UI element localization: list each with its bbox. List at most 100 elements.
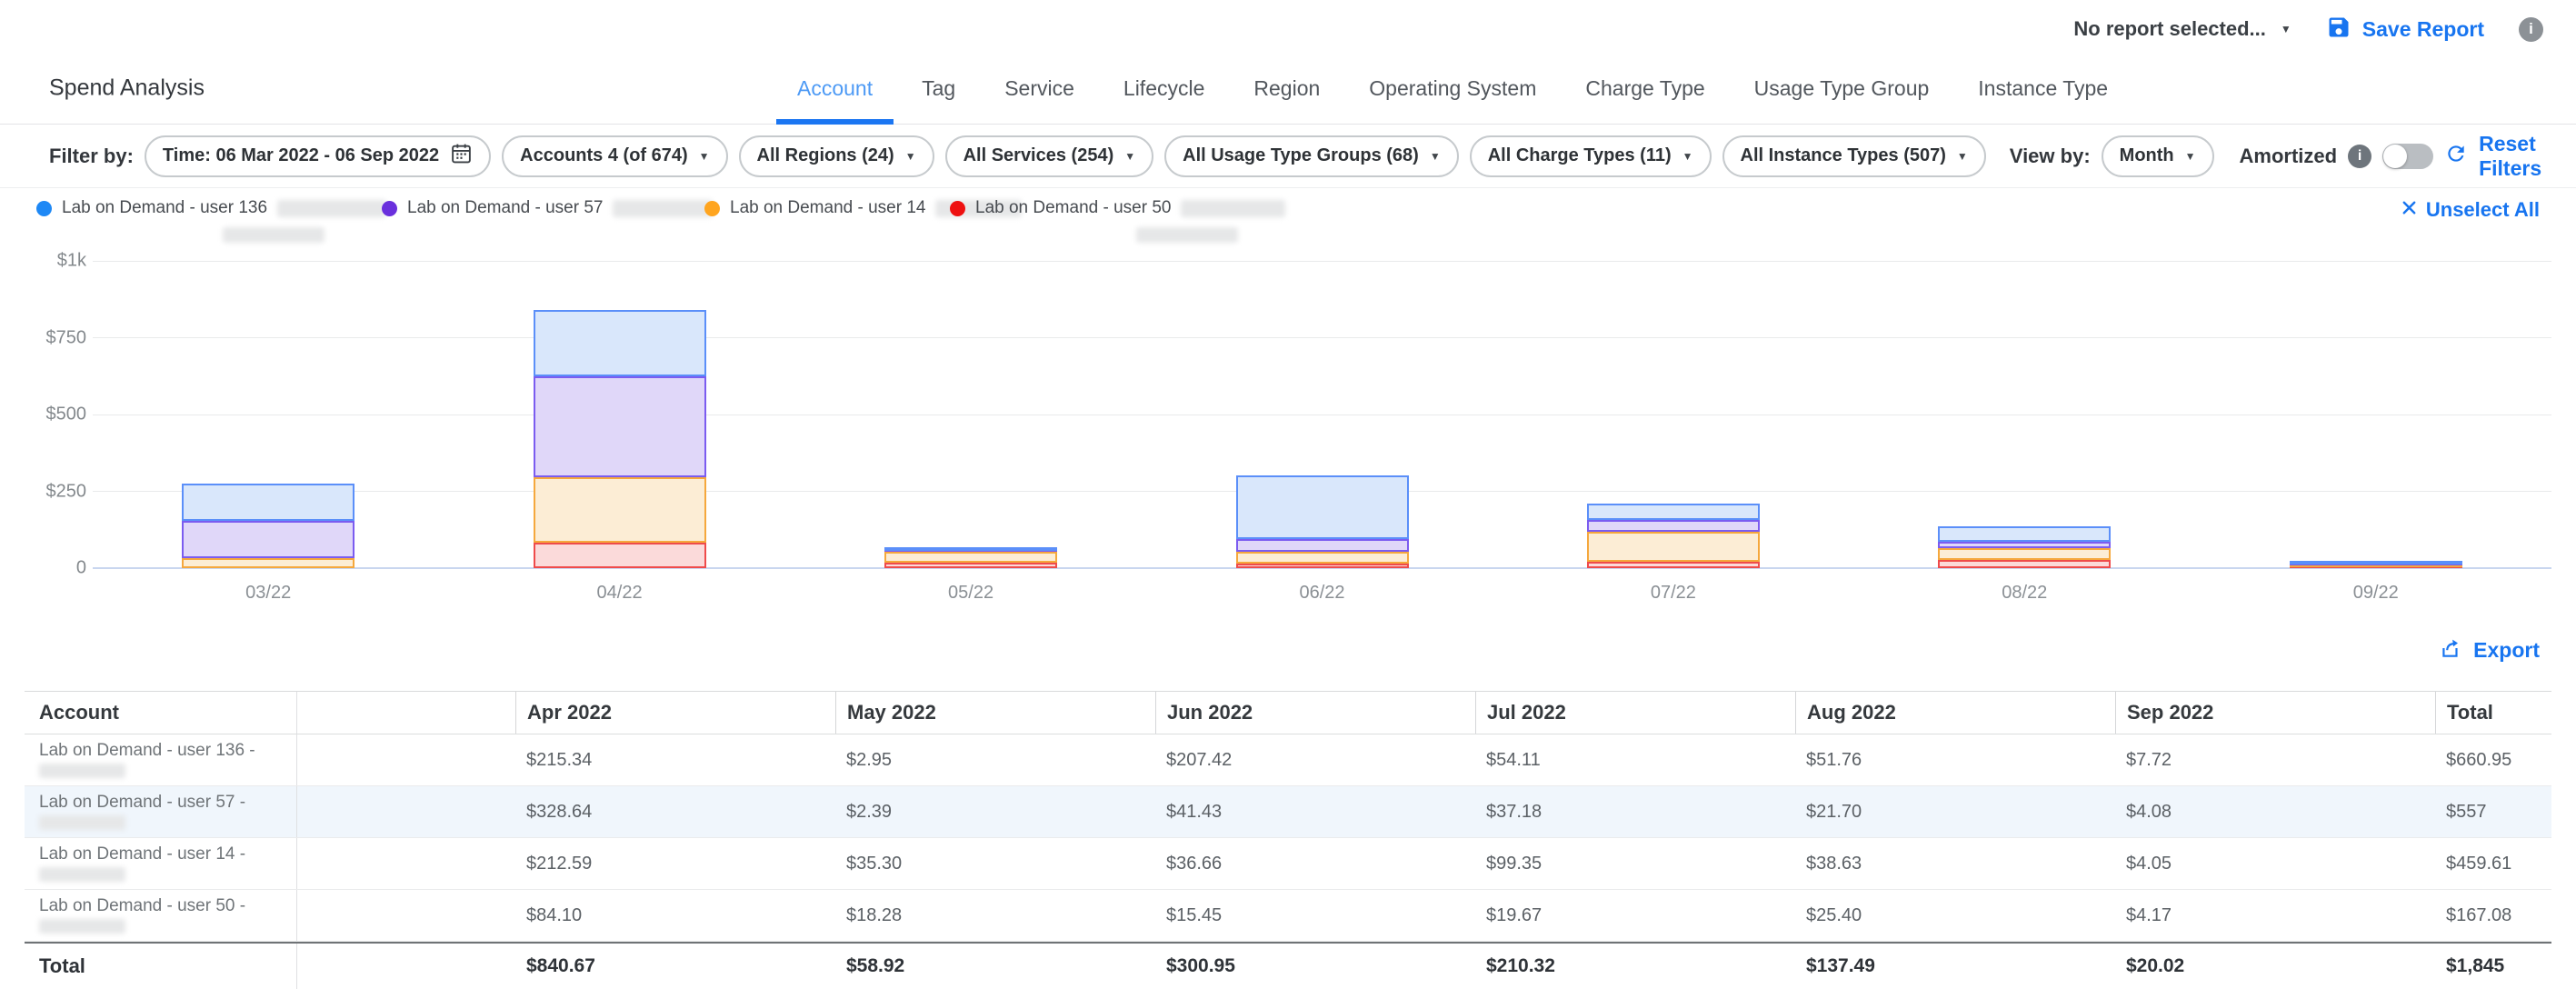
value-cell: $99.35	[1475, 838, 1795, 889]
value-cell: $7.72	[2115, 734, 2435, 785]
bar-segment-lab-on-demand-user-136-04-22[interactable]	[534, 310, 706, 376]
report-selector-button[interactable]: No report selected... ▼	[2073, 17, 2291, 41]
table-total-row: Total$840.67$58.92$300.95$210.32$137.49$…	[25, 942, 2551, 989]
bar-segment-lab-on-demand-user-57-08-22[interactable]	[1938, 542, 2111, 548]
account-name: Lab on Demand - user 57 -	[39, 794, 296, 812]
bar-segment-lab-on-demand-user-14-07-22[interactable]	[1587, 532, 1760, 563]
bar-segment-lab-on-demand-user-57-03-22[interactable]	[182, 521, 354, 558]
column-header-total: Total	[2435, 692, 2551, 734]
amortized-control: Amortized i	[2240, 144, 2434, 169]
account-cell: Lab on Demand - user 50 -	[25, 890, 297, 941]
filter-pill-all-services[interactable]: All Services (254) ▼	[945, 135, 1154, 177]
tab-lifecycle[interactable]: Lifecycle	[1099, 53, 1229, 124]
bar-segment-lab-on-demand-user-14-03-22[interactable]	[182, 558, 354, 568]
tab-charge-type[interactable]: Charge Type	[1561, 53, 1729, 124]
filter-pill-all-charge-types[interactable]: All Charge Types (11)▼	[1470, 135, 1712, 177]
bar-segment-lab-on-demand-user-14-06-22[interactable]	[1236, 552, 1409, 563]
tab-usage-type-group[interactable]: Usage Type Group	[1730, 53, 1954, 124]
value-cell: $36.66	[1155, 838, 1475, 889]
tab-tag[interactable]: Tag	[897, 53, 980, 124]
info-icon[interactable]: i	[2519, 17, 2543, 42]
filter-pill-label: All Instance Types (507)	[1741, 145, 1946, 166]
value-cell: $18.28	[835, 890, 1155, 941]
value-cell: $4.17	[2115, 890, 2435, 941]
bar-segment-lab-on-demand-user-50-04-22[interactable]	[534, 543, 706, 568]
filter-pill-label: All Services (254)	[964, 145, 1114, 166]
value-cell: $459.61	[2435, 838, 2551, 889]
account-name: Lab on Demand - user 50 -	[39, 897, 296, 915]
x-axis-label: 03/22	[93, 583, 444, 604]
spend-table: AccountApr 2022May 2022Jun 2022Jul 2022A…	[25, 691, 2551, 989]
tab-region[interactable]: Region	[1229, 53, 1344, 124]
chevron-down-icon: ▼	[1430, 151, 1441, 162]
y-axis-label: $750	[25, 327, 86, 348]
time-filter-label: Time: 06 Mar 2022 - 06 Sep 2022	[163, 145, 439, 166]
reset-filters-button[interactable]: Reset Filters	[2444, 132, 2541, 181]
bar-segment-lab-on-demand-user-50-05-22[interactable]	[884, 563, 1057, 568]
filter-pill-all-usage-type-groups[interactable]: All Usage Type Groups (68)▼	[1164, 135, 1459, 177]
redacted-text	[1136, 227, 1238, 243]
amortized-toggle[interactable]	[2382, 144, 2433, 169]
bar-segment-lab-on-demand-user-14-04-22[interactable]	[534, 477, 706, 543]
table-row: Lab on Demand - user 57 -$328.64$2.39$41…	[25, 786, 2551, 838]
bar-segment-lab-on-demand-user-136-07-22[interactable]	[1587, 504, 1760, 520]
legend-item-lab-on-demand-user-57[interactable]: Lab on Demand - user 57	[382, 198, 713, 218]
bar-segment-lab-on-demand-user-57-04-22[interactable]	[534, 376, 706, 477]
total-value-cell: $840.67	[515, 944, 835, 989]
value-cell: $215.34	[515, 734, 835, 785]
time-filter-pill[interactable]: Time: 06 Mar 2022 - 06 Sep 2022	[145, 135, 491, 177]
bar-segment-lab-on-demand-user-136-09-22[interactable]	[2290, 561, 2462, 564]
view-by-value: Month	[2120, 145, 2174, 166]
total-value-cell: $20.02	[2115, 944, 2435, 989]
bar-segment-lab-on-demand-user-50-08-22[interactable]	[1938, 560, 2111, 568]
bar-segment-lab-on-demand-user-57-06-22[interactable]	[1236, 539, 1409, 552]
bar-segment-lab-on-demand-user-136-08-22[interactable]	[1938, 526, 2111, 543]
tab-operating-system[interactable]: Operating System	[1344, 53, 1561, 124]
bar-segment-lab-on-demand-user-136-05-22[interactable]	[884, 547, 1057, 551]
tab-instance-type[interactable]: Instance Type	[1953, 53, 2132, 124]
bar-segment-lab-on-demand-user-14-05-22[interactable]	[884, 552, 1057, 563]
save-icon	[2326, 15, 2351, 45]
view-by-pill[interactable]: Month ▼	[2102, 135, 2214, 177]
x-axis-label: 06/22	[1146, 583, 1497, 604]
column-gap	[297, 838, 515, 889]
filter-pill-accounts-4[interactable]: Accounts 4 (of 674) ▼	[502, 135, 727, 177]
bar-segment-lab-on-demand-user-50-06-22[interactable]	[1236, 564, 1409, 568]
save-report-button[interactable]: Save Report	[2326, 15, 2484, 45]
filter-pill-all-instance-types[interactable]: All Instance Types (507)▼	[1722, 135, 1986, 177]
chevron-down-icon: ▼	[1124, 151, 1135, 162]
amortized-info-icon[interactable]: i	[2348, 145, 2371, 168]
redacted-text	[39, 815, 125, 830]
filter-pill-label: Accounts 4 (of 674)	[520, 145, 687, 166]
legend-dot	[36, 201, 52, 216]
column-gap	[297, 786, 515, 837]
chevron-down-icon: ▼	[1682, 151, 1693, 162]
total-label: Total	[25, 944, 297, 989]
legend-label: Lab on Demand - user 14	[730, 198, 925, 218]
column-header-jul-2022: Jul 2022	[1475, 692, 1795, 734]
column-header-aug-2022: Aug 2022	[1795, 692, 2115, 734]
bar-segment-lab-on-demand-user-50-07-22[interactable]	[1587, 562, 1760, 568]
header-row: Spend Analysis AccountTagServiceLifecycl…	[0, 53, 2576, 125]
toggle-knob	[2383, 145, 2407, 168]
value-cell: $41.43	[1155, 786, 1475, 837]
value-cell: $54.11	[1475, 734, 1795, 785]
value-cell: $19.67	[1475, 890, 1795, 941]
value-cell: $25.40	[1795, 890, 2115, 941]
filter-pill-all-regions[interactable]: All Regions (24)▼	[739, 135, 934, 177]
unselect-all-button[interactable]: Unselect All	[2401, 198, 2540, 222]
bar-segment-lab-on-demand-user-136-06-22[interactable]	[1236, 475, 1409, 539]
tab-account[interactable]: Account	[773, 53, 897, 124]
redacted-text	[613, 200, 713, 217]
export-button[interactable]: Export	[2439, 636, 2540, 664]
bar-segment-lab-on-demand-user-14-08-22[interactable]	[1938, 548, 2111, 560]
total-value-cell: $300.95	[1155, 944, 1475, 989]
chevron-down-icon: ▼	[699, 151, 710, 162]
bar-segment-lab-on-demand-user-136-03-22[interactable]	[182, 484, 354, 521]
save-report-label: Save Report	[2362, 17, 2484, 42]
legend-item-lab-on-demand-user-136[interactable]: Lab on Demand - user 136	[36, 198, 386, 218]
legend-item-lab-on-demand-user-50[interactable]: Lab on Demand - user 50	[950, 198, 1285, 218]
tab-service[interactable]: Service	[980, 53, 1099, 124]
bar-segment-lab-on-demand-user-57-07-22[interactable]	[1587, 520, 1760, 532]
x-axis-label: 09/22	[2201, 583, 2551, 604]
